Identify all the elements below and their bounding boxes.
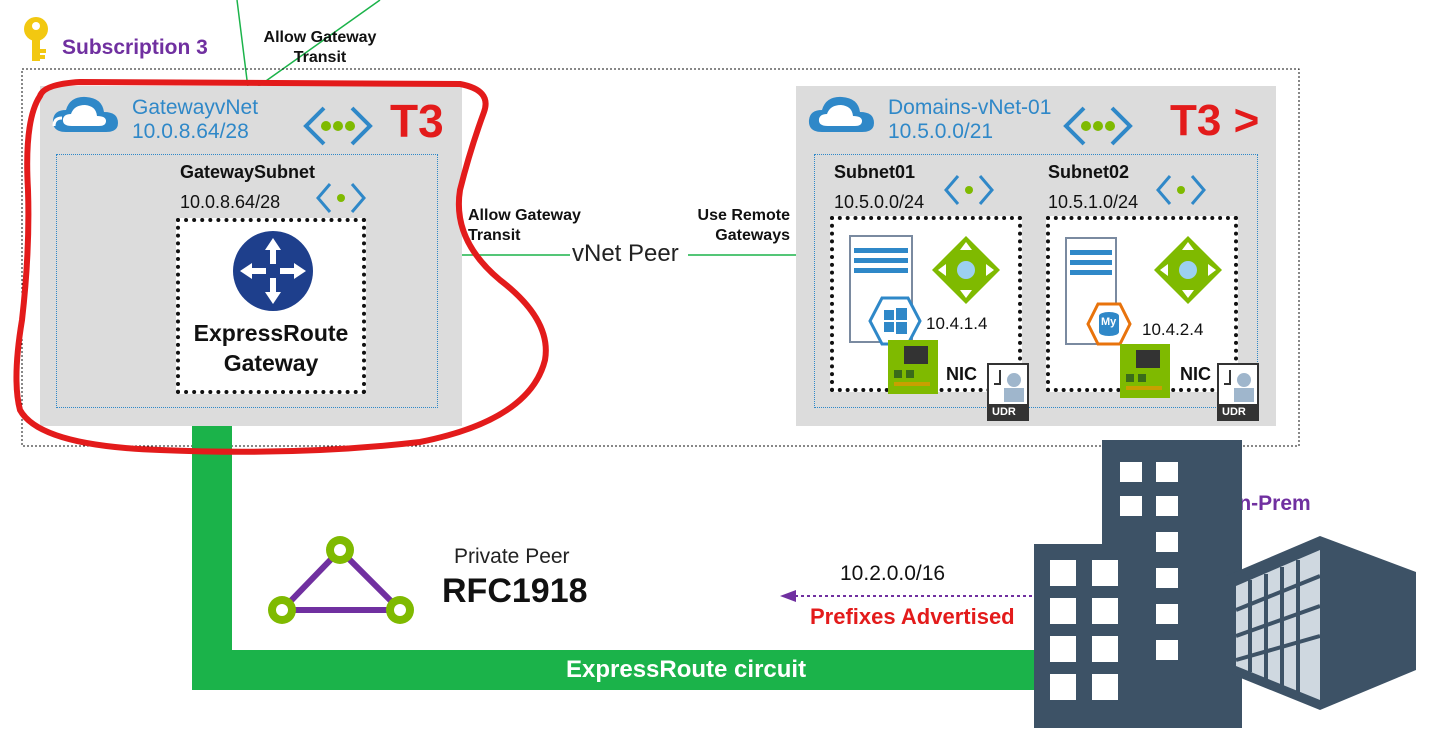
route-table-icon bbox=[1152, 234, 1224, 311]
nic-icon bbox=[1118, 342, 1172, 405]
peer-left-line1: Allow Gateway bbox=[468, 207, 581, 224]
rfc1918-label: RFC1918 bbox=[442, 572, 588, 610]
subnet01-ip: 10.4.1.4 bbox=[926, 314, 988, 333]
peer-left-line2: Transit bbox=[468, 227, 521, 244]
peer-right-label: Use Remote Gateways bbox=[660, 206, 790, 246]
domains-vnet-tag: T3 > bbox=[1170, 96, 1260, 145]
subnet02-nic-label: NIC bbox=[1180, 364, 1211, 384]
subnet01-name: Subnet01 bbox=[834, 162, 916, 182]
subnet02-ip: 10.4.2.4 bbox=[1142, 320, 1204, 339]
domains-vnet-name: Domains-vNet-01 bbox=[888, 96, 1052, 119]
subnet02-cidr: 10.5.1.0/24 bbox=[1048, 192, 1139, 212]
subnet-icon bbox=[1156, 174, 1206, 211]
prefix-cidr: 10.2.0.0/16 bbox=[840, 562, 946, 585]
cloud-icon bbox=[806, 92, 878, 143]
buildings-icon bbox=[1030, 440, 1430, 733]
peer-right-line1: Use Remote bbox=[697, 207, 790, 224]
vnet-peering-icon bbox=[1062, 104, 1134, 153]
subnet-icon bbox=[944, 174, 994, 211]
subnet01-cidr: 10.5.0.0/24 bbox=[834, 192, 925, 212]
subnet01-nic-label: NIC bbox=[946, 364, 977, 384]
private-peer-triangle-icon bbox=[262, 534, 422, 635]
route-table-icon bbox=[930, 234, 1002, 311]
private-peer-label: Private Peer bbox=[454, 545, 570, 568]
mysql-badge-text: My bbox=[1101, 316, 1117, 328]
peer-left-label: Allow Gateway Transit bbox=[468, 206, 581, 246]
subnet01-udr-label: UDR bbox=[992, 406, 1016, 418]
subnet02-udr-label: UDR bbox=[1222, 406, 1246, 418]
expressroute-circuit-label: ExpressRoute circuit bbox=[566, 656, 807, 683]
peer-right-line2: Gateways bbox=[715, 227, 790, 244]
domains-vnet-cidr: 10.5.0.0/21 bbox=[888, 120, 994, 143]
subnet02-name: Subnet02 bbox=[1048, 162, 1130, 182]
prefixes-advertised-label: Prefixes Advertised bbox=[810, 604, 1015, 629]
nic-icon bbox=[886, 338, 940, 401]
